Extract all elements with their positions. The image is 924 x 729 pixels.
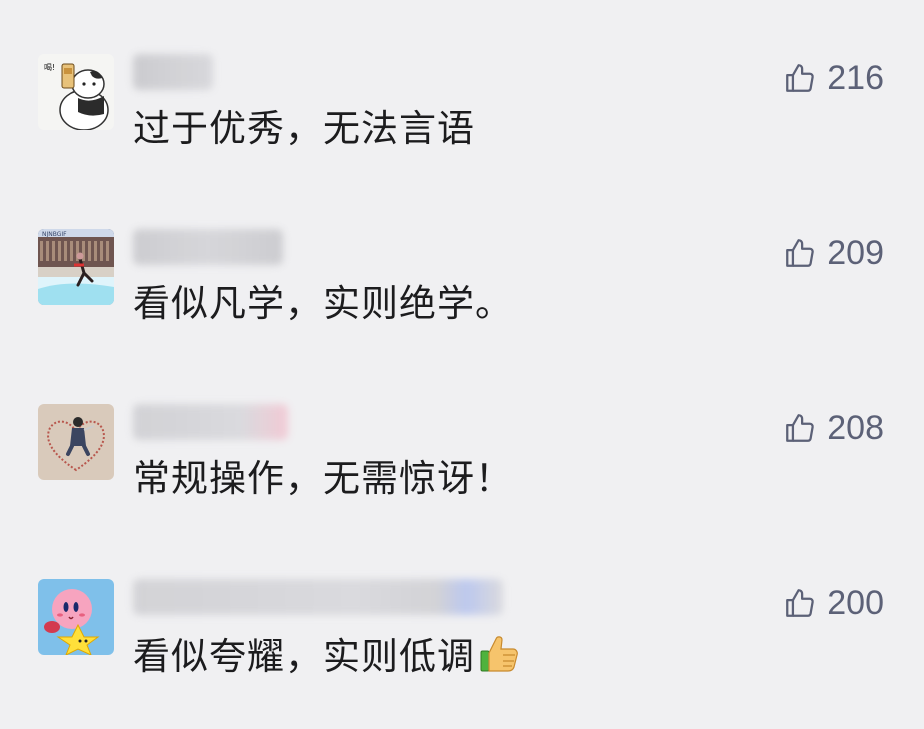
- like-button[interactable]: 209: [783, 233, 884, 273]
- like-button[interactable]: 208: [783, 408, 884, 448]
- like-count: 209: [827, 233, 884, 272]
- svg-text:NJNBGIF: NJNBGIF: [42, 231, 67, 238]
- nickname-blurred[interactable]: [133, 579, 503, 615]
- like-button[interactable]: 200: [783, 583, 884, 623]
- like-count: 216: [827, 58, 884, 97]
- nickname-blurred[interactable]: [133, 229, 283, 265]
- nickname-blurred[interactable]: [133, 54, 213, 90]
- like-count: 200: [827, 583, 884, 622]
- thumbs-up-outline-icon: [786, 64, 815, 92]
- comment-text-content: 看似夸耀，实则低调: [133, 635, 475, 678]
- like-count: 208: [827, 408, 884, 447]
- like-button[interactable]: 216: [783, 58, 884, 98]
- stadium-jump-avatar: NJNBGIF: [38, 229, 114, 305]
- comment-text: 常规操作，无需惊讶！: [133, 456, 513, 502]
- comment-text-content: 过于优秀，无法言语: [133, 107, 475, 150]
- comment-item: 看似夸耀，实则低调 200: [0, 579, 924, 729]
- heart-sand-avatar: [38, 404, 114, 480]
- svg-text:喝!: 喝!: [44, 63, 55, 72]
- thumbs-up-outline-icon: [786, 239, 815, 267]
- avatar[interactable]: NJNBGIF: [38, 229, 114, 305]
- comment-item: NJNBGIF 看似凡学，实则绝学。 209: [0, 229, 924, 379]
- comment-item: 喝! 过于优秀，无法言语 216: [0, 54, 924, 204]
- comment-text-content: 看似凡学，实则绝学。: [133, 282, 513, 325]
- nickname-blurred[interactable]: [133, 404, 288, 440]
- avatar[interactable]: [38, 404, 114, 480]
- kirby-star-avatar: [38, 579, 114, 655]
- avatar[interactable]: 喝!: [38, 54, 114, 130]
- avatar[interactable]: [38, 579, 114, 655]
- comment-text: 看似夸耀，实则低调: [133, 631, 521, 686]
- thumbs-up-outline-icon: [786, 414, 815, 442]
- comment-text-content: 常规操作，无需惊讶！: [133, 457, 513, 500]
- thumbs-up-outline-icon: [786, 589, 815, 617]
- comment-text: 过于优秀，无法言语: [133, 106, 475, 152]
- comment-text: 看似凡学，实则绝学。: [133, 281, 513, 327]
- comment-item: 常规操作，无需惊讶！ 208: [0, 404, 924, 554]
- cat-drinking-avatar: 喝!: [38, 54, 114, 130]
- thumbs-up-emoji: [477, 631, 521, 686]
